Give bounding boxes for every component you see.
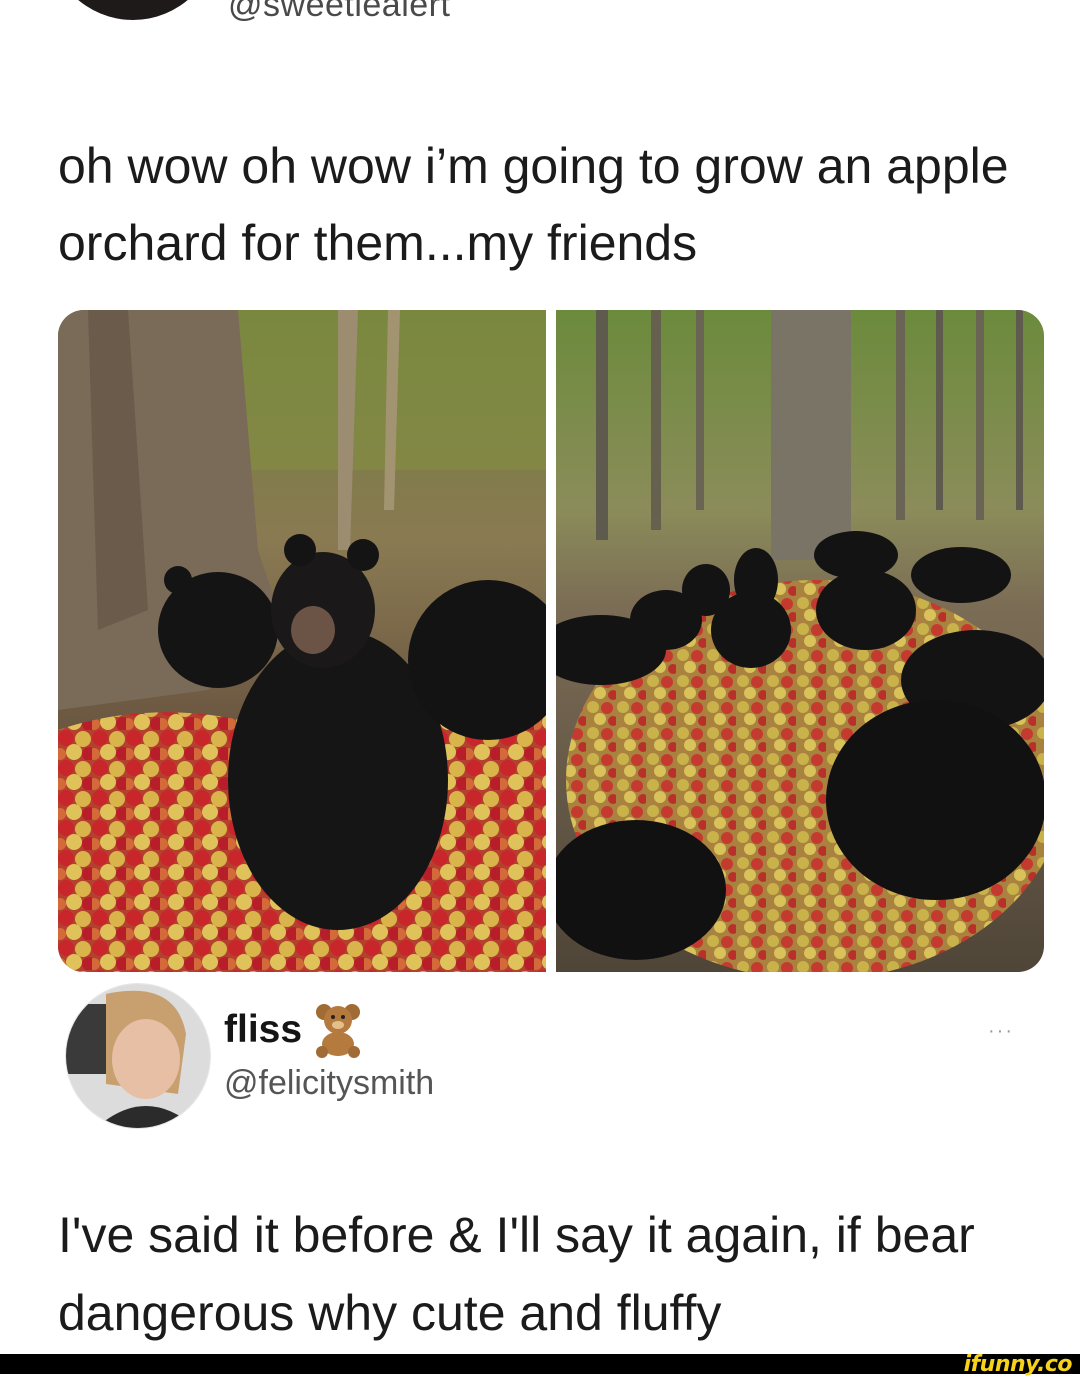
teddy-bear-icon [312, 1000, 364, 1058]
bear-apples-photo-right[interactable] [556, 310, 1044, 972]
footer-bar [0, 1354, 1080, 1374]
user-handle[interactable]: @sweetiealert [228, 0, 450, 25]
avatar[interactable] [66, 984, 210, 1128]
tweet-text: oh wow oh wow i’m going to grow an apple… [58, 138, 1009, 271]
more-options-icon[interactable]: ··· [988, 1020, 1014, 1043]
ifunny-logo[interactable]: ifunny.co [964, 1352, 1073, 1377]
tweet-text: I've said it before & I'll say it again,… [58, 1207, 975, 1341]
bear-apples-photo-left[interactable] [58, 310, 546, 972]
bear-apples-photo-left-image [58, 310, 546, 972]
avatar[interactable] [48, 0, 218, 20]
avatar-image [66, 984, 210, 1128]
user-handle[interactable]: @felicitysmith [224, 1064, 434, 1103]
display-name[interactable]: fliss [224, 1008, 302, 1052]
bear-apples-photo-right-image [556, 310, 1044, 972]
